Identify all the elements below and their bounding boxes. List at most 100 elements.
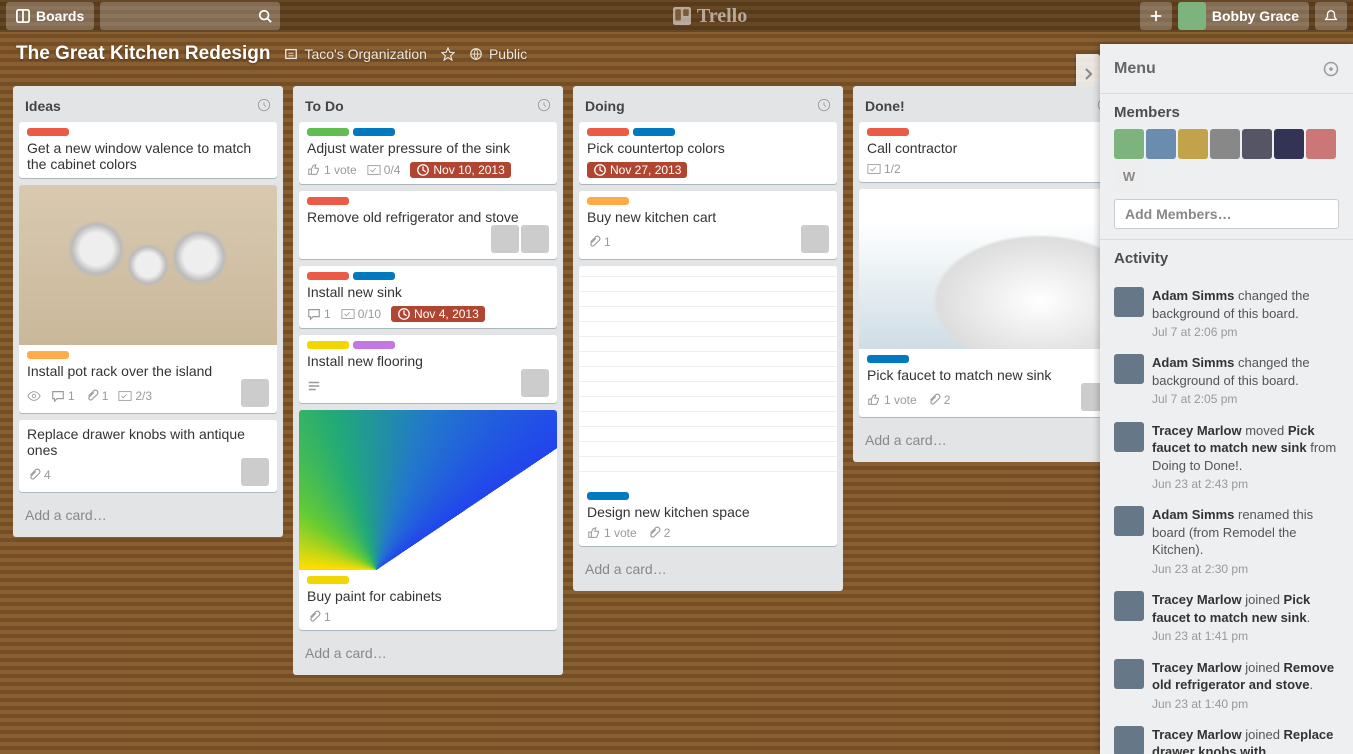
activity-item: Adam Simms changed the background of thi… [1114,354,1347,407]
member-avatar[interactable] [1114,129,1144,159]
star-button[interactable] [441,47,455,61]
list-title[interactable]: Done! [859,92,1100,122]
card[interactable]: Install new sink10/10Nov 4, 2013 [299,266,557,328]
label-red[interactable] [307,197,349,205]
label-green[interactable] [307,128,349,136]
card-member-avatar[interactable] [521,225,549,253]
plus-icon [1149,9,1163,23]
visibility-button[interactable]: Public [469,46,527,62]
member-avatar[interactable] [1178,129,1208,159]
add-card-button[interactable]: Add a card… [299,637,557,669]
activity-text: Adam Simms renamed this board (from Remo… [1152,507,1313,557]
activity-text: Adam Simms changed the background of thi… [1152,288,1310,321]
menu-expand-icon[interactable] [1323,61,1339,77]
search-input[interactable] [100,2,280,30]
card[interactable]: Get a new window valence to match the ca… [19,122,277,178]
activity-timestamp: Jul 7 at 2:06 pm [1152,324,1347,340]
activity-timestamp: Jun 23 at 1:40 pm [1152,696,1347,712]
label-orange[interactable] [587,197,629,205]
board-org[interactable]: Taco's Organization [284,46,427,62]
watch-icon [27,389,41,403]
card-member-avatar[interactable] [241,379,269,407]
label-purple[interactable] [353,341,395,349]
label-red[interactable] [307,272,349,280]
add-card-button[interactable]: Add a card… [19,499,277,531]
member-avatar[interactable] [1306,129,1336,159]
label-blue[interactable] [867,355,909,363]
card[interactable]: Pick faucet to match new sink1 vote2 [859,189,1100,417]
list-title[interactable]: To Do [299,92,557,122]
card[interactable]: Call contractor1/2 [859,122,1100,182]
comment-icon [307,307,321,321]
label-red[interactable] [587,128,629,136]
member-avatar[interactable] [1146,129,1176,159]
activity-feed[interactable]: Adam Simms changed the background of thi… [1100,279,1353,754]
member-avatar[interactable] [1210,129,1240,159]
activity-timestamp: Jun 23 at 2:30 pm [1152,561,1347,577]
card[interactable]: Install new flooring [299,335,557,403]
card[interactable]: Replace drawer knobs with antique ones4 [19,420,277,492]
list-menu-icon[interactable] [817,98,831,112]
member-avatar-initial[interactable]: W [1114,161,1144,191]
card[interactable]: Buy new kitchen cart1 [579,191,837,259]
card-member-avatar[interactable] [491,225,519,253]
activity-avatar [1114,287,1144,317]
menu-members-section: Members W Add Members… [1100,94,1353,240]
checklist-icon [867,162,881,176]
card-member-avatar[interactable] [1081,383,1100,411]
add-members-button[interactable]: Add Members… [1114,199,1339,229]
card-labels [587,492,829,500]
label-red[interactable] [27,128,69,136]
label-yellow[interactable] [307,341,349,349]
card-title: Design new kitchen space [587,504,829,520]
card[interactable]: Pick countertop colorsNov 27, 2013 [579,122,837,184]
members-row: W [1114,129,1339,191]
attachment-icon [647,526,661,540]
card-labels [307,272,549,280]
list: Done! Call contractor1/2 Pick faucet to m… [853,86,1100,462]
attachment-icon [927,393,941,407]
notifications-button[interactable] [1315,2,1347,30]
member-avatar[interactable] [1274,129,1304,159]
list-menu-icon[interactable] [257,98,271,112]
board-canvas[interactable]: Ideas Get a new window valence to match … [0,86,1100,754]
add-card-button[interactable]: Add a card… [579,553,837,585]
card[interactable]: Design new kitchen space1 vote2 [579,266,837,546]
user-menu[interactable]: Bobby Grace [1178,2,1309,30]
card-member-avatar[interactable] [521,369,549,397]
boards-button[interactable]: Boards [6,2,94,30]
label-yellow[interactable] [307,576,349,584]
menu-panel: Menu Members W Add Members… Activity Ada… [1100,44,1353,754]
card-member-avatar[interactable] [801,225,829,253]
create-button[interactable] [1140,2,1172,30]
card[interactable]: Install pot rack over the island112/3 [19,185,277,413]
card-title: Install new sink [307,284,549,300]
card[interactable]: Adjust water pressure of the sink 1 vote0… [299,122,557,184]
label-blue[interactable] [353,272,395,280]
card-cover-image [859,189,1100,349]
card-badges [307,379,321,393]
members-heading: Members [1114,104,1339,121]
card-badges: 4 [27,468,51,482]
member-avatar[interactable] [1242,129,1272,159]
add-card-button[interactable]: Add a card… [859,424,1100,456]
list-menu-icon[interactable] [537,98,551,112]
card-title: Call contractor [867,140,1100,156]
search-icon [258,9,272,23]
card-title: Adjust water pressure of the sink [307,140,549,156]
label-orange[interactable] [27,351,69,359]
card-labels [307,576,549,584]
card[interactable]: Remove old refrigerator and stove [299,191,557,259]
list-title[interactable]: Doing [579,92,837,122]
user-name: Bobby Grace [1212,8,1299,24]
list-title[interactable]: Ideas [19,92,277,122]
card-member-avatar[interactable] [241,458,269,486]
label-blue[interactable] [587,492,629,500]
activity-item: Adam Simms renamed this board (from Remo… [1114,506,1347,577]
label-blue[interactable] [353,128,395,136]
org-icon [284,47,298,61]
card[interactable]: Buy paint for cabinets1 [299,410,557,630]
label-blue[interactable] [633,128,675,136]
label-red[interactable] [867,128,909,136]
card-badges: 1 vote0/4Nov 10, 2013 [307,162,511,178]
